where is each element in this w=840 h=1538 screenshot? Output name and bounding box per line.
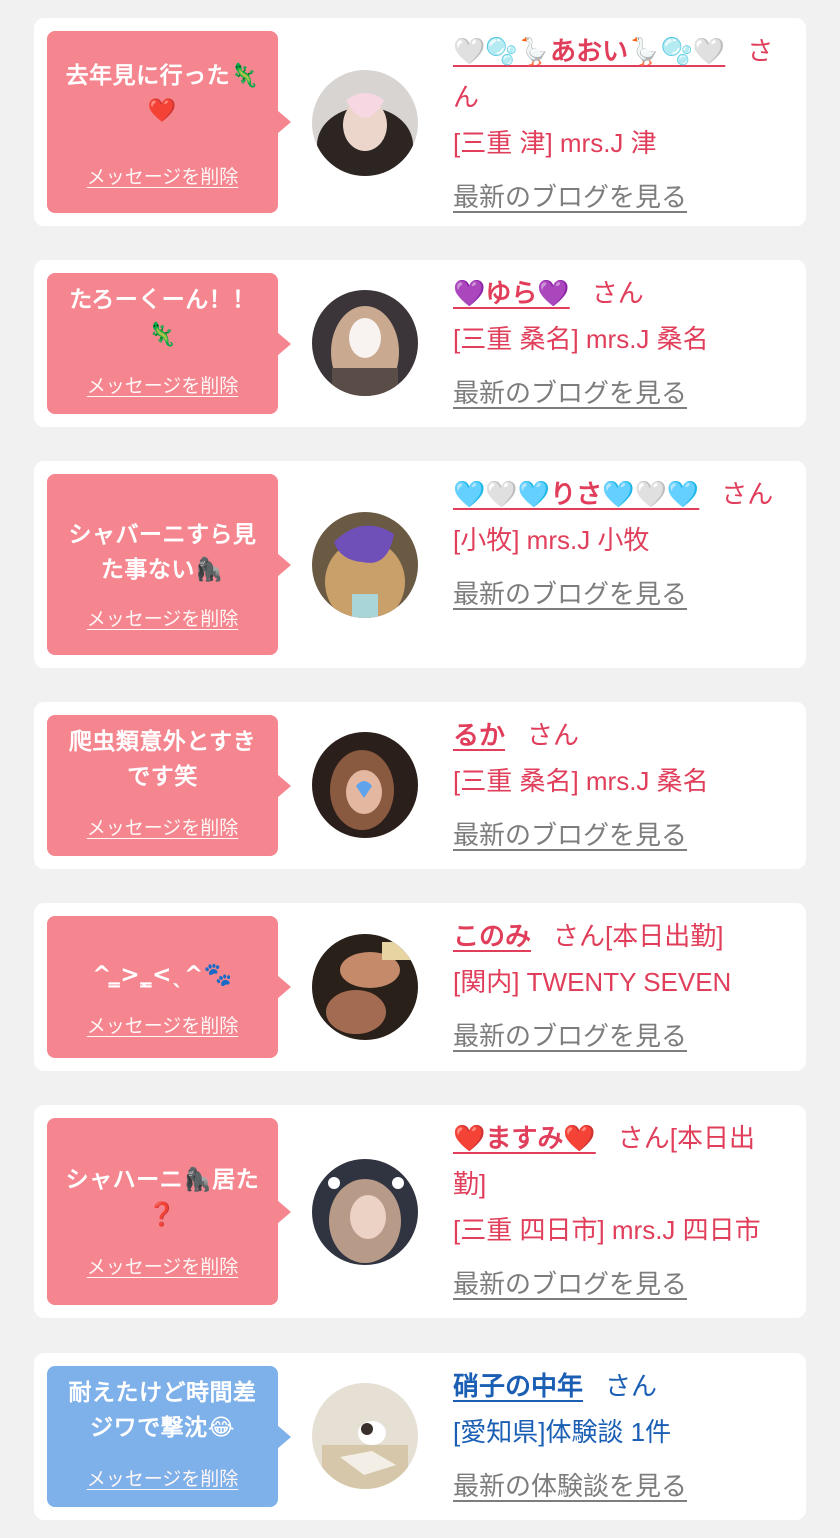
honorific: さん (591, 278, 644, 308)
avatar[interactable] (312, 1383, 418, 1489)
cast-name-link[interactable]: るか (453, 720, 505, 750)
store-info: [小牧] mrs.J 小牧 (453, 525, 650, 555)
latest-blog-link[interactable]: 最新のブログを見る (453, 370, 784, 416)
cast-info: 🤍🫧🪿あおい🪿🫧🤍 さん [三重 津] mrs.J 津 最新のブログを見る (453, 28, 784, 220)
latest-review-link[interactable]: 最新の体験談を見る (453, 1463, 784, 1509)
delete-message-link[interactable]: メッセージを削除 (47, 1467, 278, 1491)
delete-message-link[interactable]: メッセージを削除 (47, 607, 278, 631)
delete-message-link[interactable]: メッセージを削除 (47, 165, 278, 189)
message-card: ^ ̳>ˎ̳<ˎ^🐾 メッセージを削除 このみ さん[本日出勤] [関内] TWE… (34, 903, 806, 1071)
message-card: シャバーニすら見 た事ない🦍 メッセージを削除 🩵🤍🩵りさ🩵🤍🩵 さん [小牧] … (34, 461, 806, 668)
avatar[interactable] (312, 1159, 418, 1265)
message-bubble: シャバーニすら見 た事ない🦍 メッセージを削除 (47, 474, 291, 655)
message-text: シャバーニすら見 た事ない🦍 (68, 522, 257, 583)
latest-blog-link[interactable]: 最新のブログを見る (453, 812, 784, 858)
cast-info: このみ さん[本日出勤] [関内] TWENTY SEVEN 最新のブログを見る (453, 913, 784, 1059)
message-bubble: ^ ̳>ˎ̳<ˎ^🐾 メッセージを削除 (47, 916, 291, 1058)
message-text: 耐えたけど時間差 ジワで撃沈😂 (68, 1380, 257, 1441)
message-bubble: シャハーニ🦍居た ❓ メッセージを削除 (47, 1118, 291, 1305)
cast-name-link[interactable]: 🩵🤍🩵りさ🩵🤍🩵 (453, 479, 699, 509)
cast-info: 💜ゆら💜 さん [三重 桑名] mrs.J 桑名 最新のブログを見る (453, 270, 784, 416)
store-info: [三重 桑名] mrs.J 桑名 (453, 324, 709, 354)
message-text: ^ ̳>ˎ̳<ˎ^🐾 (92, 962, 233, 988)
honorific: さん (721, 479, 774, 509)
message-text: シャハーニ🦍居た ❓ (65, 1167, 260, 1228)
latest-blog-link[interactable]: 最新のブログを見る (453, 1013, 784, 1059)
cast-info: 硝子の中年 さん [愛知県]体験談 1件 最新の体験談を見る (453, 1363, 784, 1509)
message-text: たろーくーん！！ 🦎 (69, 287, 256, 348)
message-bubble: 耐えたけど時間差 ジワで撃沈😂 メッセージを削除 (47, 1366, 291, 1507)
delete-message-link[interactable]: メッセージを削除 (47, 816, 278, 840)
message-bubble: たろーくーん！！ 🦎 メッセージを削除 (47, 273, 291, 414)
cast-name-link[interactable]: 🤍🫧🪿あおい🪿🫧🤍 (453, 36, 725, 66)
review-info: [愛知県]体験談 1件 (453, 1417, 672, 1447)
cast-info: 🩵🤍🩵りさ🩵🤍🩵 さん [小牧] mrs.J 小牧 最新のブログを見る (453, 471, 784, 617)
avatar[interactable] (312, 70, 418, 176)
cast-info: るか さん [三重 桑名] mrs.J 桑名 最新のブログを見る (453, 712, 784, 858)
delete-message-link[interactable]: メッセージを削除 (47, 1014, 278, 1038)
delete-message-link[interactable]: メッセージを削除 (47, 374, 278, 398)
message-card: 爬虫類意外とすき です笑 メッセージを削除 るか さん [三重 桑名] mrs.J… (34, 702, 806, 869)
message-card: 耐えたけど時間差 ジワで撃沈😂 メッセージを削除 硝子の中年 さん [愛知県]体験… (34, 1353, 806, 1520)
avatar[interactable] (312, 732, 418, 838)
latest-blog-link[interactable]: 最新のブログを見る (453, 174, 784, 220)
latest-blog-link[interactable]: 最新のブログを見る (453, 571, 784, 617)
store-info: [関内] TWENTY SEVEN (453, 967, 732, 997)
message-card: シャハーニ🦍居た ❓ メッセージを削除 ❤️ますみ❤️ さん[本日出勤] [三重 … (34, 1105, 806, 1318)
avatar[interactable] (312, 512, 418, 618)
avatar[interactable] (312, 934, 418, 1040)
message-text: 去年見に行った🦎 ❤️ (65, 63, 260, 124)
message-card: たろーくーん！！ 🦎 メッセージを削除 💜ゆら💜 さん [三重 桑名] mrs.J… (34, 260, 806, 427)
store-info: [三重 津] mrs.J 津 (453, 128, 657, 158)
honorific: さん (527, 720, 580, 750)
store-info: [三重 桑名] mrs.J 桑名 (453, 766, 709, 796)
message-bubble: 去年見に行った🦎 ❤️ メッセージを削除 (47, 31, 291, 213)
reviewer-name-link[interactable]: 硝子の中年 (453, 1371, 583, 1401)
avatar[interactable] (312, 290, 418, 396)
cast-name-link[interactable]: 💜ゆら💜 (453, 278, 570, 308)
cast-name-link[interactable]: ❤️ますみ❤️ (453, 1123, 596, 1153)
honorific: さん[本日出勤] (553, 921, 724, 951)
message-bubble: 爬虫類意外とすき です笑 メッセージを削除 (47, 715, 291, 856)
delete-message-link[interactable]: メッセージを削除 (47, 1255, 278, 1279)
message-card: 去年見に行った🦎 ❤️ メッセージを削除 🤍🫧🪿あおい🪿🫧🤍 さん [三重 津] … (34, 18, 806, 226)
cast-info: ❤️ますみ❤️ さん[本日出勤] [三重 四日市] mrs.J 四日市 最新のブロ… (453, 1115, 784, 1307)
latest-blog-link[interactable]: 最新のブログを見る (453, 1261, 784, 1307)
cast-name-link[interactable]: このみ (453, 921, 531, 951)
store-info: [三重 四日市] mrs.J 四日市 (453, 1215, 761, 1245)
honorific: さん (605, 1371, 658, 1401)
message-text: 爬虫類意外とすき です笑 (68, 729, 257, 790)
